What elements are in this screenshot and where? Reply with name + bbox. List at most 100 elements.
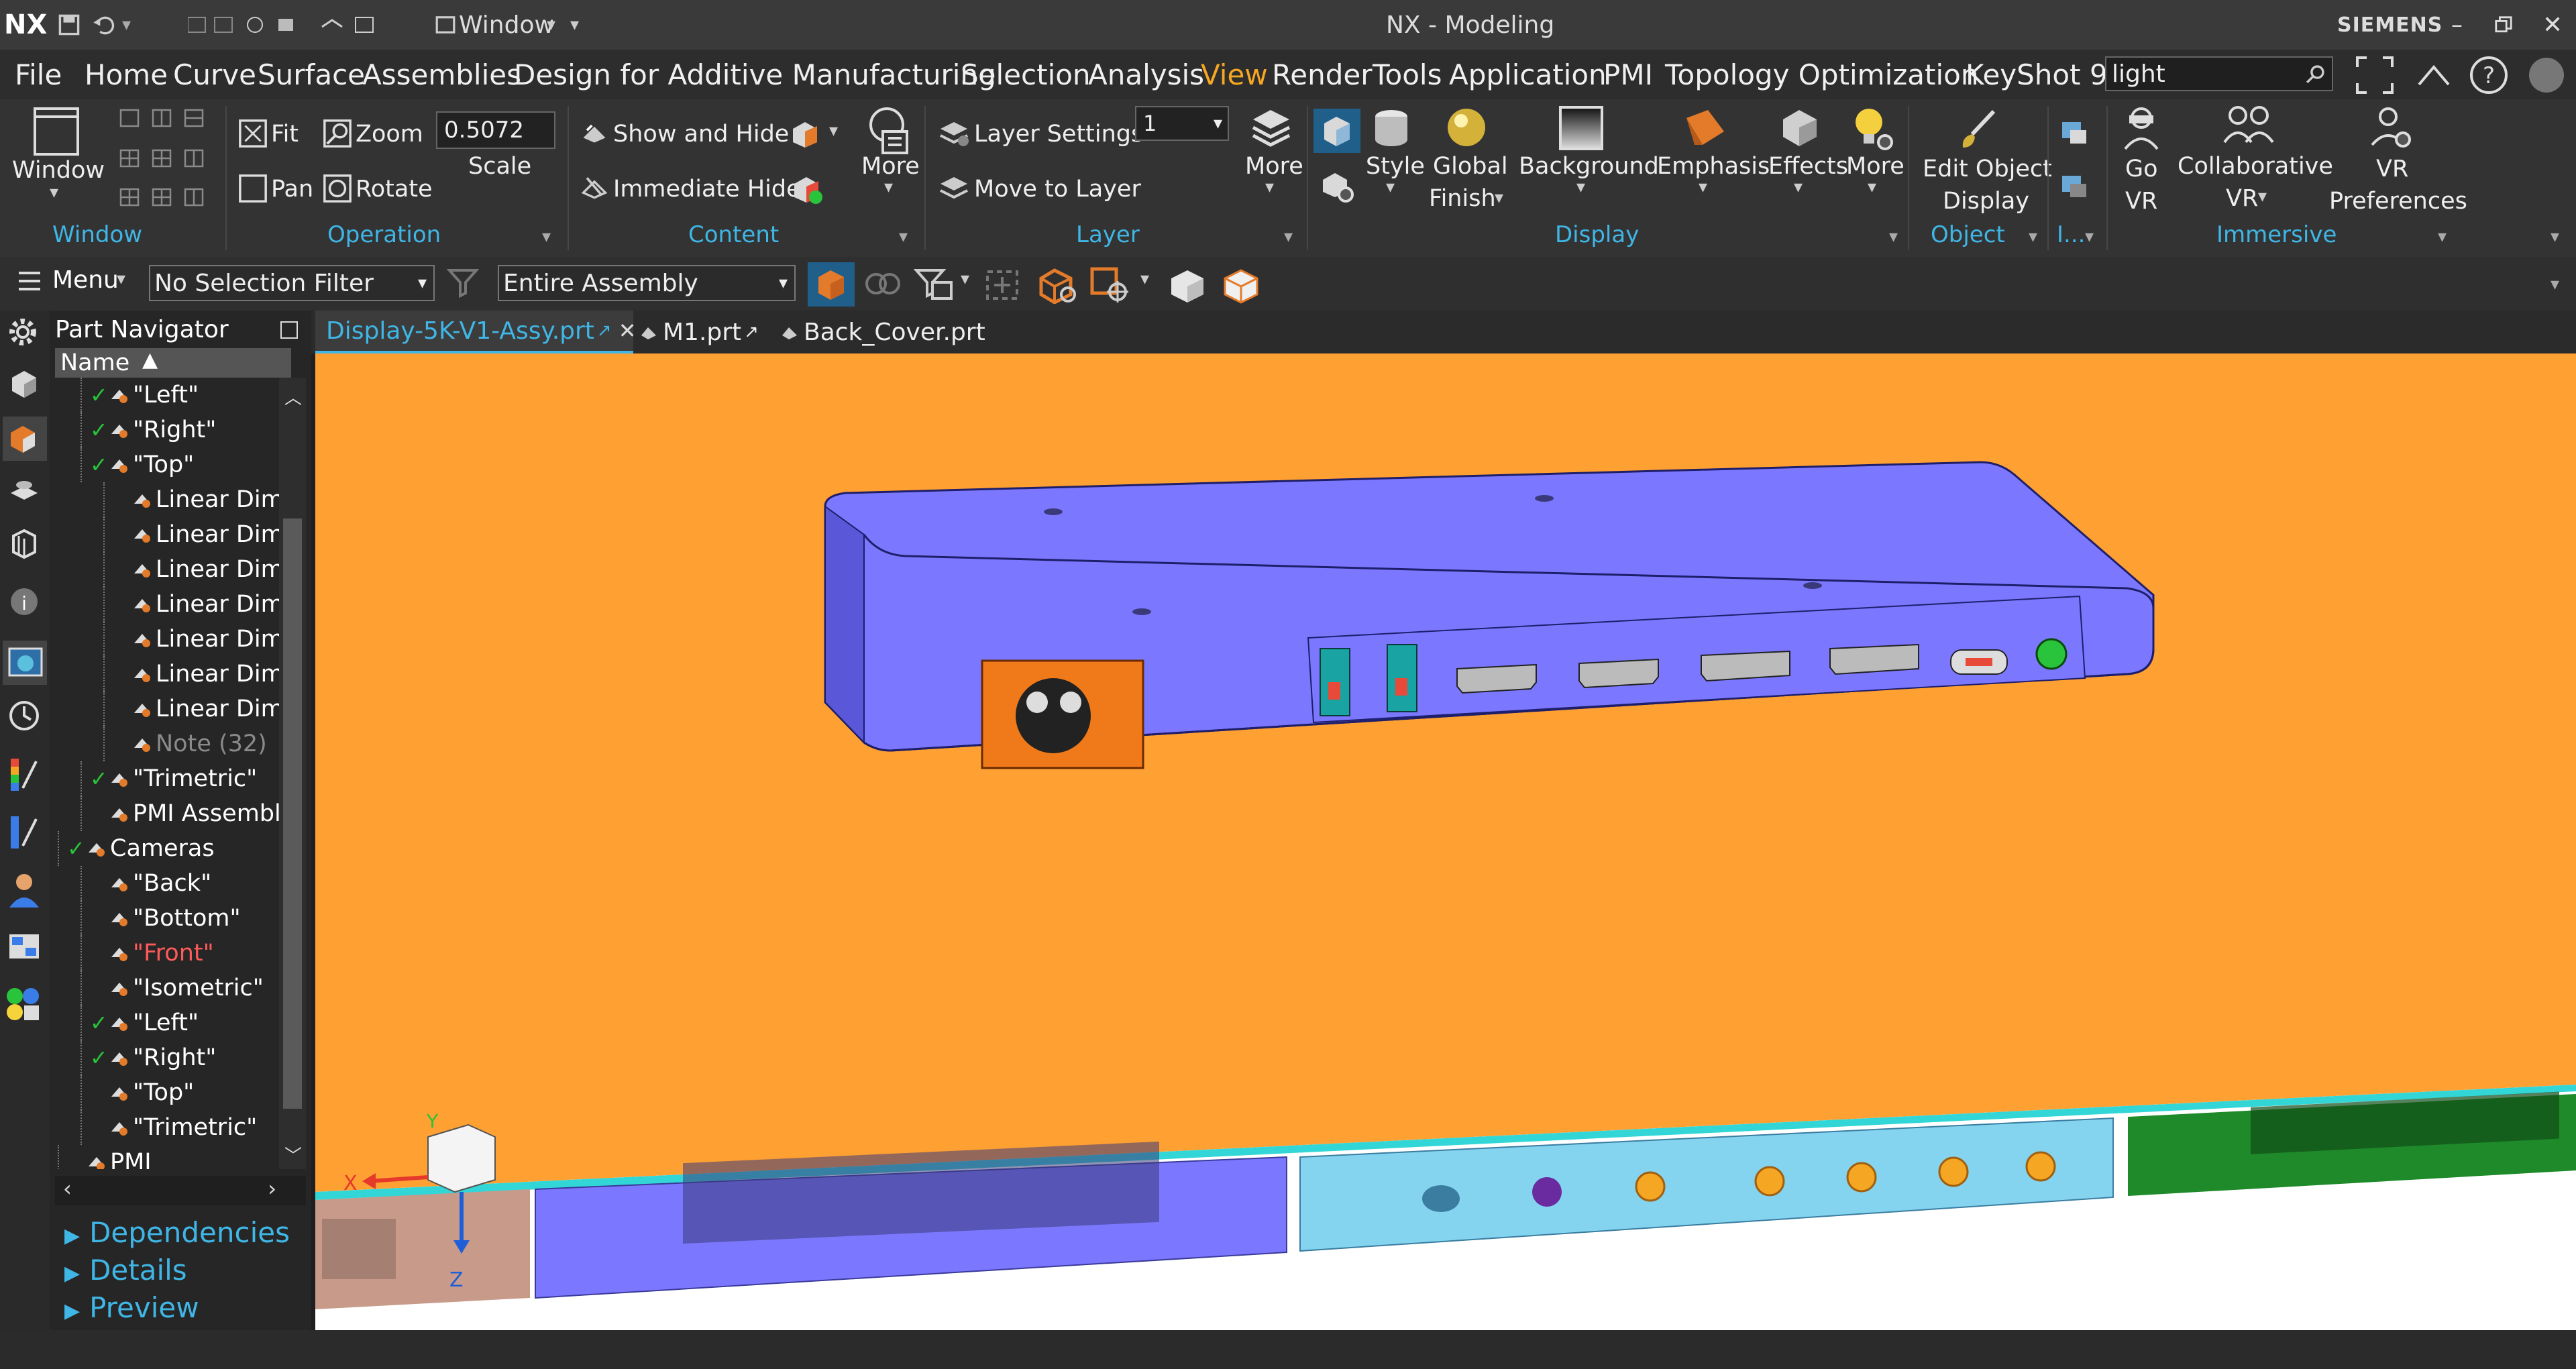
select-solid-icon[interactable] (1166, 265, 1209, 307)
scroll-right-icon[interactable]: › (268, 1176, 276, 1201)
move-to-layer-icon[interactable] (938, 173, 970, 205)
hd3d-tools-icon[interactable] (7, 525, 42, 563)
show-all-icon[interactable] (789, 170, 824, 208)
collaborative-label-1[interactable]: Collaborative (2178, 153, 2333, 180)
preview-section[interactable]: ▶ Preview (64, 1291, 199, 1324)
zoom-icon[interactable] (322, 118, 353, 152)
scroll-left-icon[interactable]: ‹ (63, 1176, 72, 1201)
snap-point-icon[interactable] (982, 266, 1022, 305)
visibility-check-icon[interactable]: ✓ (90, 1045, 108, 1071)
collapse-ribbon-icon[interactable] (2415, 58, 2453, 94)
collaborative-label-2[interactable]: VR (2226, 185, 2258, 212)
undo-icon[interactable] (91, 0, 118, 50)
object-group-chevron-icon[interactable]: ▾ (2029, 227, 2037, 247)
style-settings-icon[interactable] (1319, 168, 1355, 207)
more-content-icon[interactable] (864, 105, 915, 158)
show-hide-icon[interactable] (580, 118, 609, 150)
undo-dropdown-icon[interactable]: ▾ (122, 0, 131, 50)
pan-icon[interactable] (237, 173, 268, 207)
hdmi-port-2[interactable] (1578, 658, 1659, 689)
dependencies-section[interactable]: ▶ Dependencies (64, 1216, 290, 1249)
reuse-library-icon[interactable] (7, 474, 42, 512)
scroll-up-icon[interactable]: ︿ (284, 384, 302, 409)
visibility-check-icon[interactable]: ✓ (90, 766, 108, 791)
work-layer-select[interactable]: 1 ▾ (1135, 106, 1229, 141)
menu-topology-optimization[interactable]: Topology Optimization (1665, 50, 1978, 99)
menu-home[interactable]: Home (85, 50, 168, 99)
menu-pmi[interactable]: PMI (1603, 50, 1653, 99)
edit-object-display-icon[interactable] (1956, 107, 2000, 154)
navigator-column-header[interactable]: Name ▲ (55, 348, 291, 378)
window-chevron-icon[interactable]: ▾ (50, 182, 58, 203)
menu-assemblies[interactable]: Assemblies (362, 50, 521, 99)
style-icon[interactable] (1368, 105, 1415, 154)
select-orange-body-icon[interactable] (1036, 265, 1079, 307)
more-layer-button[interactable]: More (1245, 153, 1303, 180)
model-scene[interactable] (315, 353, 2576, 1330)
customize-dropdown-icon[interactable]: ▾ (570, 0, 579, 50)
selection-scope-combo[interactable]: Entire Assembly ▾ (498, 265, 796, 301)
front-button-4[interactable] (1938, 1156, 1969, 1187)
roles-pen-icon[interactable] (7, 814, 42, 854)
select-bodies-button[interactable] (808, 262, 855, 307)
visibility-check-icon[interactable]: ✓ (90, 1010, 108, 1036)
background-icon[interactable] (1558, 105, 1605, 154)
vr-preferences-label-1[interactable]: VR (2376, 156, 2408, 182)
small-display-icon-2[interactable] (2059, 170, 2089, 203)
collaborative-vr-icon[interactable] (2223, 105, 2274, 148)
window-icon[interactable] (435, 0, 456, 50)
immediate-hide-button[interactable]: Immediate Hide (613, 176, 801, 203)
tab-display-assy[interactable]: Display-5K-V1-Assy.prt ↗ ✕ (315, 311, 637, 353)
collaborative-vr-chevron-icon[interactable]: ▾ (2258, 186, 2267, 207)
displayport-2[interactable] (1829, 643, 1919, 675)
front-button-3[interactable] (1846, 1162, 1877, 1193)
window-button[interactable]: Window (12, 157, 105, 184)
minimize-icon[interactable]: – (2451, 0, 2463, 50)
type-filter-icon[interactable] (913, 266, 961, 305)
window-menu-chevron-icon[interactable]: ▾ (547, 0, 555, 50)
materials-spheres-icon[interactable] (3, 984, 44, 1028)
graphics-window[interactable]: X Y Z (315, 353, 2576, 1330)
system-scene-icon[interactable] (7, 929, 42, 967)
lighting-icon[interactable] (1850, 105, 1894, 154)
filter-icon[interactable] (446, 266, 480, 301)
edit-object-label-2[interactable]: Display (1943, 188, 2029, 215)
assembly-navigator-icon[interactable] (7, 366, 42, 403)
navigator-horizontal-scrollbar[interactable]: ‹ › (55, 1176, 306, 1205)
immediate-hide-icon[interactable] (580, 173, 609, 205)
menu-design-additive[interactable]: Design for Additive Manufacturing (514, 50, 996, 99)
web-browser-icon[interactable] (3, 641, 47, 685)
small-display-icon-1[interactable] (2059, 117, 2089, 149)
visibility-check-icon[interactable]: ✓ (90, 382, 108, 408)
content-group-chevron-icon[interactable]: ▾ (899, 227, 908, 247)
shaded-style-button[interactable] (1313, 109, 1360, 153)
menu-keyshot[interactable]: KeyShot 9 (1966, 50, 2108, 99)
pan-button[interactable]: Pan (271, 176, 313, 203)
menu-tools[interactable]: Tools (1373, 50, 1442, 99)
palette-icon[interactable] (7, 756, 42, 796)
visibility-check-icon[interactable]: ✓ (90, 452, 108, 478)
front-button-2[interactable] (1754, 1166, 1785, 1197)
go-vr-icon[interactable] (2120, 105, 2164, 154)
layer-settings-icon[interactable] (938, 118, 970, 150)
rotate-icon[interactable] (322, 173, 353, 207)
roles-user-icon[interactable] (7, 871, 42, 912)
move-to-layer-button[interactable]: Move to Layer (974, 176, 1141, 203)
history-icon[interactable] (7, 698, 42, 736)
hamburger-icon[interactable] (16, 268, 43, 297)
vr-preferences-icon[interactable] (2368, 105, 2412, 154)
select-sheet-icon[interactable] (1220, 265, 1263, 307)
help-icon[interactable]: ? (2469, 55, 2509, 98)
menu-curve[interactable]: Curve (173, 50, 256, 99)
front-button-5[interactable] (2025, 1151, 2056, 1182)
command-search-input[interactable]: light (2112, 60, 2165, 88)
feature-select-icon[interactable] (863, 266, 903, 305)
emphasis-icon[interactable] (1681, 105, 1728, 154)
more-layer-chevron-icon[interactable]: ▾ (1265, 177, 1274, 197)
effects-icon[interactable] (1776, 105, 1823, 154)
global-finish-icon[interactable] (1444, 105, 1491, 154)
more-content-button[interactable]: More (861, 153, 920, 180)
save-icon[interactable] (58, 0, 80, 50)
navigator-vertical-scrollbar[interactable]: ︿ ﹀ (279, 378, 306, 1169)
menu-file[interactable]: File (15, 50, 62, 99)
